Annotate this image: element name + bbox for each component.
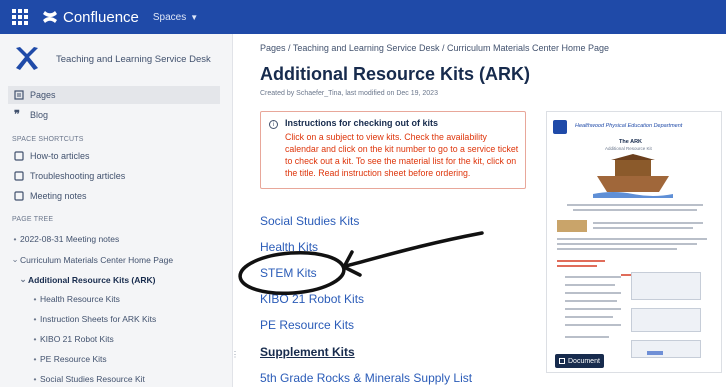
shortcut-troubleshooting-articles[interactable]: Troubleshooting articles xyxy=(8,167,220,185)
shortcut-how-to-articles[interactable]: How-to articles xyxy=(8,147,220,165)
link-kibo-robot-kits[interactable]: KIBO 21 Robot Kits xyxy=(260,292,364,306)
tree-item-label: Additional Resource Kits (ARK) xyxy=(28,274,156,285)
link-health-kits[interactable]: Health Kits xyxy=(260,240,318,254)
tree-item-pe-resource-kits[interactable]: • PE Resource Kits xyxy=(30,354,107,364)
shortcut-label: Troubleshooting articles xyxy=(30,171,126,181)
pages-icon xyxy=(14,90,24,100)
tree-item-health-resource-kits[interactable]: • Health Resource Kits xyxy=(30,294,120,304)
page-byline: Created by Schaefer_Tina, last modified … xyxy=(260,90,438,97)
shortcut-icon xyxy=(14,191,24,201)
shortcut-meeting-notes[interactable]: Meeting notes xyxy=(8,187,220,205)
info-panel-body: Click on a subject to view kits. Check t… xyxy=(285,132,519,178)
space-name: Teaching and Learning Service Desk xyxy=(56,53,211,65)
sidebar-resize-handle[interactable]: ⋮ xyxy=(231,350,239,359)
bullet-icon: • xyxy=(33,314,37,324)
tree-item-label: 2022-08-31 Meeting notes xyxy=(20,234,120,244)
link-social-studies-kits[interactable]: Social Studies Kits xyxy=(260,214,359,228)
spaces-menu-button[interactable]: Spaces ▼ xyxy=(153,12,198,23)
page-title: Additional Resource Kits (ARK) xyxy=(260,64,531,84)
shortcut-icon xyxy=(14,171,24,181)
tree-item-curriculum-home[interactable]: ⌄ Curriculum Materials Center Home Page xyxy=(10,254,173,265)
shortcut-icon xyxy=(14,151,24,161)
tree-item-kibo-robot-kits[interactable]: • KIBO 21 Robot Kits xyxy=(30,334,114,344)
link-rocks-minerals-supply-list[interactable]: 5th Grade Rocks & Minerals Supply List xyxy=(260,371,472,385)
bullet-icon: • xyxy=(33,374,37,384)
link-pe-resource-kits[interactable]: PE Resource Kits xyxy=(260,318,354,332)
confluence-logo-icon[interactable] xyxy=(42,9,58,25)
shortcut-label: How-to articles xyxy=(30,151,90,161)
tree-item-ark[interactable]: ⌄ Additional Resource Kits (ARK) xyxy=(18,274,156,285)
bullet-icon: • xyxy=(13,234,17,244)
bullet-icon: • xyxy=(33,354,37,364)
info-panel-title: Instructions for checking out of kits xyxy=(285,118,439,128)
sidebar-item-blog[interactable]: ❞ Blog xyxy=(8,106,220,124)
tree-item-label: KIBO 21 Robot Kits xyxy=(40,334,114,344)
space-shortcuts-heading: SPACE SHORTCUTS xyxy=(12,136,84,143)
space-logo-icon xyxy=(16,47,38,70)
document-badge[interactable]: Document xyxy=(555,354,604,368)
sidebar-item-label: Pages xyxy=(30,90,56,100)
app-switcher-icon[interactable] xyxy=(12,9,28,25)
breadcrumb[interactable]: Pages / Teaching and Learning Service De… xyxy=(260,43,609,53)
document-subtitle: Additional Resource Kit xyxy=(605,146,652,151)
tree-item-label: PE Resource Kits xyxy=(40,354,107,364)
bullet-icon: • xyxy=(33,294,37,304)
document-badge-label: Document xyxy=(568,357,600,365)
chevron-down-icon[interactable]: ⌄ xyxy=(10,254,20,265)
shortcut-label: Meeting notes xyxy=(30,191,87,201)
tree-item-label: Social Studies Resource Kit xyxy=(40,374,145,384)
ark-illustration-icon xyxy=(593,154,673,198)
tree-item-label: Health Resource Kits xyxy=(40,294,120,304)
tree-item-instruction-sheets[interactable]: • Instruction Sheets for ARK Kits xyxy=(30,314,157,324)
quote-icon: ❞ xyxy=(14,109,20,121)
document-header: Healthwood Physical Education Department xyxy=(575,123,683,129)
link-stem-kits[interactable]: STEM Kits xyxy=(260,266,317,280)
tree-item-meeting-notes[interactable]: • 2022-08-31 Meeting notes xyxy=(10,234,120,244)
app-name[interactable]: Confluence xyxy=(63,9,139,26)
top-navigation-bar: Confluence Spaces ▼ xyxy=(0,0,726,34)
sidebar-item-label: Blog xyxy=(30,110,49,120)
sidebar: Teaching and Learning Service Desk Pages… xyxy=(0,34,233,387)
sidebar-item-pages[interactable]: Pages xyxy=(8,86,220,104)
info-panel: i Instructions for checking out of kits … xyxy=(260,111,526,189)
chevron-down-icon[interactable]: ⌄ xyxy=(18,274,28,285)
space-header[interactable]: Teaching and Learning Service Desk xyxy=(12,44,211,74)
document-logo-icon xyxy=(553,120,567,134)
bullet-icon: • xyxy=(33,334,37,344)
document-thumbnail[interactable]: Healthwood Physical Education Department… xyxy=(546,111,722,373)
page-tree-heading: PAGE TREE xyxy=(12,216,54,223)
tree-item-label: Curriculum Materials Center Home Page xyxy=(20,254,174,265)
chevron-down-icon: ▼ xyxy=(190,12,199,22)
info-icon: i xyxy=(269,120,278,129)
link-supplement-kits[interactable]: Supplement Kits xyxy=(260,345,355,359)
document-icon xyxy=(559,358,565,364)
document-title: The ARK xyxy=(619,139,643,145)
main-content: Pages / Teaching and Learning Service De… xyxy=(234,34,726,387)
tree-item-social-studies-kit[interactable]: • Social Studies Resource Kit xyxy=(30,374,145,384)
tree-item-label: Instruction Sheets for ARK Kits xyxy=(40,314,157,324)
spaces-label: Spaces xyxy=(152,11,187,23)
